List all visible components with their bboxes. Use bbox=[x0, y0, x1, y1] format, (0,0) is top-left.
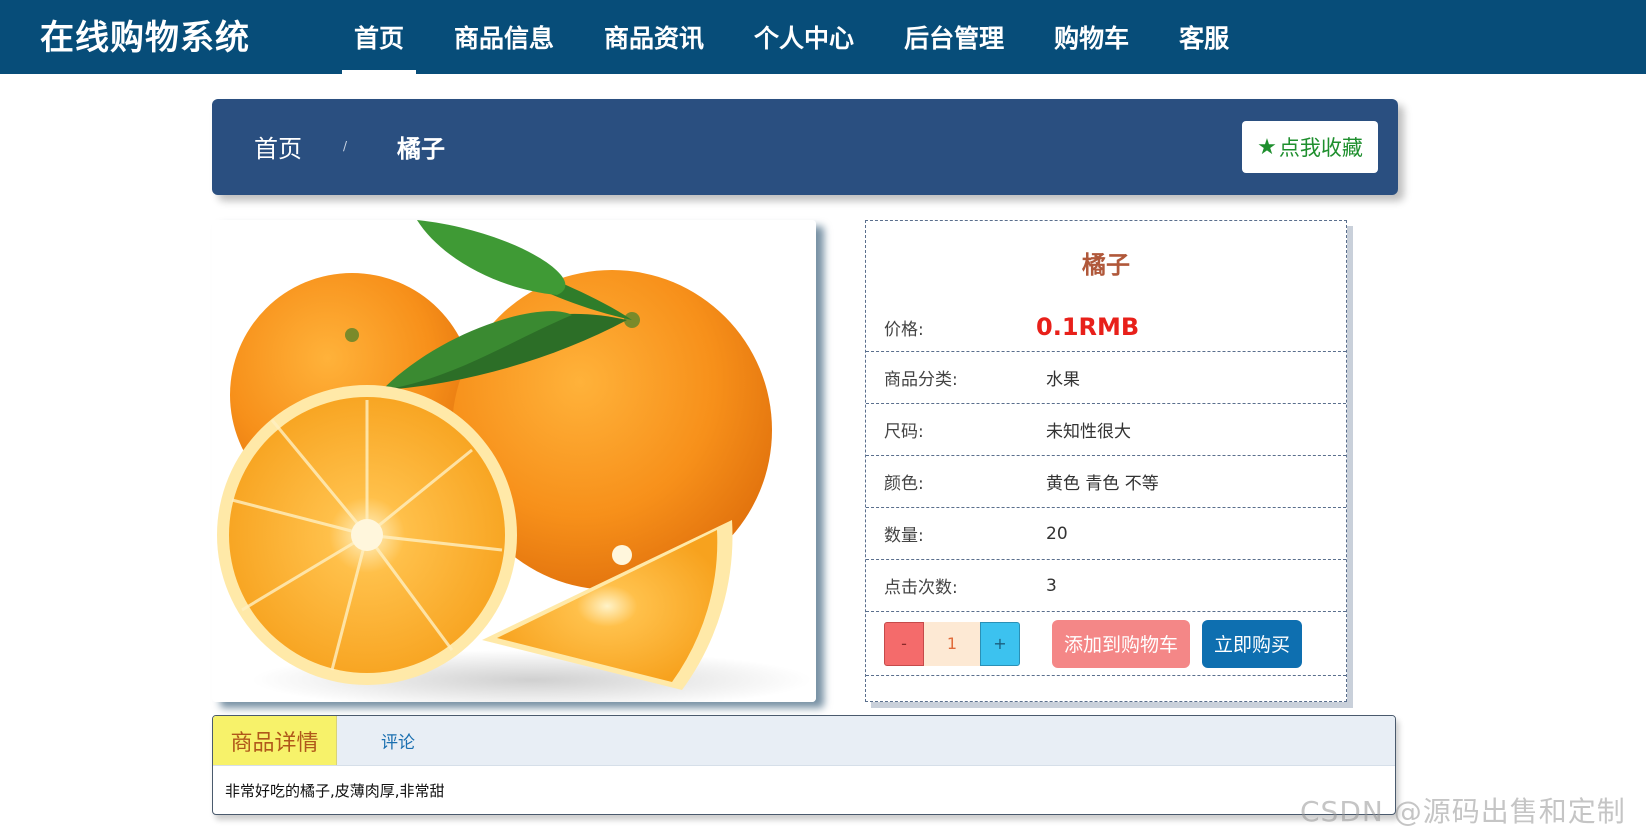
clicks-label: 点击次数: bbox=[884, 578, 958, 598]
favorite-button[interactable]: ★ 点我收藏 bbox=[1242, 121, 1378, 173]
actions-row: - + 添加到购物车 立即购买 bbox=[866, 612, 1346, 676]
color-label: 颜色: bbox=[884, 474, 924, 494]
price-label: 价格: bbox=[884, 319, 924, 340]
breadcrumb: 首页 / 橘子 ★ 点我收藏 bbox=[212, 99, 1398, 195]
quantity-input[interactable] bbox=[924, 621, 980, 666]
price-value: 0.1RMB bbox=[1036, 313, 1140, 341]
clicks-row: 点击次数: 3 bbox=[866, 560, 1346, 612]
watermark: CSDN @源码出售和定制 bbox=[1300, 795, 1626, 828]
breadcrumb-separator: / bbox=[343, 139, 348, 153]
color-row: 颜色: 黄色 青色 不等 bbox=[866, 456, 1346, 508]
nav-item-profile[interactable]: 个人中心 bbox=[742, 0, 866, 74]
add-to-cart-button[interactable]: 添加到购物车 bbox=[1052, 619, 1191, 668]
product-name: 橘子 bbox=[1082, 250, 1130, 279]
category-value: 水果 bbox=[1046, 370, 1080, 390]
detail-description: 非常好吃的橘子,皮薄肉厚,非常甜 bbox=[225, 782, 445, 800]
favorite-button-label: 点我收藏 bbox=[1278, 136, 1363, 160]
nav-item-admin[interactable]: 后台管理 bbox=[892, 0, 1016, 74]
nav-item-cart[interactable]: 购物车 bbox=[1042, 0, 1141, 74]
product-image bbox=[212, 220, 816, 702]
stock-label: 数量: bbox=[884, 526, 924, 546]
nav-item-service[interactable]: 客服 bbox=[1167, 0, 1241, 74]
top-navbar: 在线购物系统 首页 商品信息 商品资讯 个人中心 后台管理 购物车 客服 bbox=[0, 0, 1646, 74]
decrement-button[interactable]: - bbox=[884, 621, 924, 666]
app-title: 在线购物系统 bbox=[40, 18, 250, 58]
product-info-panel: 橘子 价格: 0.1RMB 商品分类: 水果 尺码: 未知性很大 颜色: 黄色 … bbox=[865, 220, 1347, 702]
category-row: 商品分类: 水果 bbox=[866, 352, 1346, 404]
nav-item-products[interactable]: 商品信息 bbox=[442, 0, 566, 74]
buy-now-button[interactable]: 立即购买 bbox=[1202, 619, 1303, 668]
size-value: 未知性很大 bbox=[1046, 422, 1131, 442]
breadcrumb-home-link[interactable]: 首页 bbox=[254, 129, 302, 164]
orange-image bbox=[212, 220, 816, 702]
stock-row: 数量: 20 bbox=[866, 508, 1346, 560]
breadcrumb-current: 橘子 bbox=[397, 135, 445, 163]
nav-item-home[interactable]: 首页 bbox=[342, 0, 417, 74]
main-nav: 首页 商品信息 商品资讯 个人中心 后台管理 购物车 客服 bbox=[342, 0, 1267, 74]
color-value: 黄色 青色 不等 bbox=[1046, 474, 1159, 494]
price-row: 价格: 0.1RMB bbox=[866, 303, 1346, 352]
quantity-stepper: - + bbox=[884, 621, 1020, 666]
category-label: 商品分类: bbox=[884, 370, 958, 390]
tab-details[interactable]: 商品详情 bbox=[213, 716, 337, 765]
star-icon: ★ bbox=[1257, 134, 1277, 160]
detail-tabs: 商品详情 评论 bbox=[213, 716, 1395, 766]
stock-value: 20 bbox=[1046, 523, 1068, 544]
clicks-value: 3 bbox=[1046, 575, 1057, 596]
product-detail-section: 商品详情 评论 非常好吃的橘子,皮薄肉厚,非常甜 bbox=[212, 715, 1396, 815]
tab-comments[interactable]: 评论 bbox=[365, 716, 431, 765]
size-label: 尺码: bbox=[884, 422, 924, 442]
increment-button[interactable]: + bbox=[980, 621, 1020, 666]
size-row: 尺码: 未知性很大 bbox=[866, 404, 1346, 456]
nav-item-news[interactable]: 商品资讯 bbox=[592, 0, 716, 74]
